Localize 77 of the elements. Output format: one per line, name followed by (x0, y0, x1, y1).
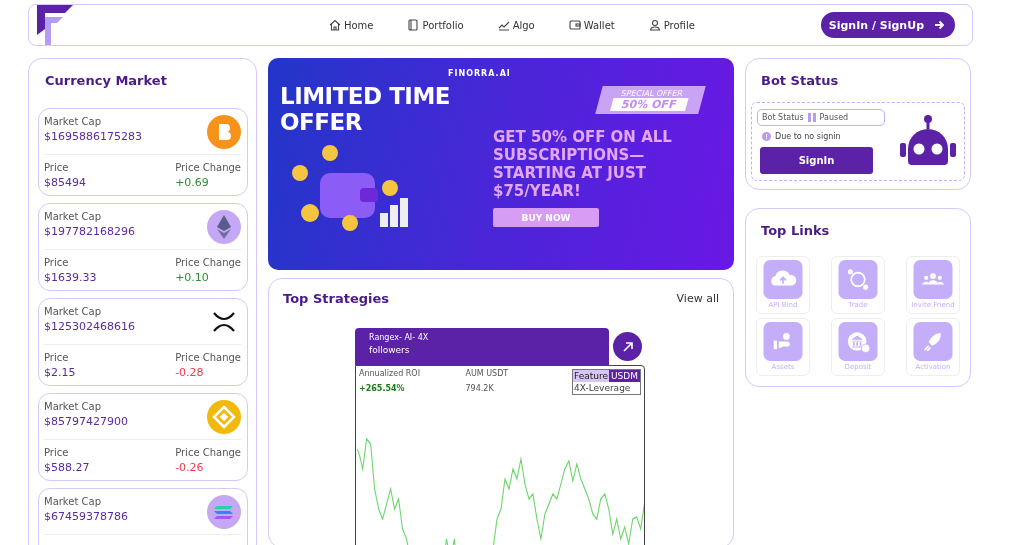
panel-title: Top Links (760, 223, 831, 238)
aum-label: AUM USDT (465, 369, 510, 378)
panel-title: Currency Market (44, 73, 168, 88)
market-cap-label: Market Cap (44, 115, 102, 129)
market-cap-value: $1695886175283 (44, 129, 142, 145)
aum-value: 794.2K (465, 384, 495, 393)
signin-signup-button[interactable]: SignIn / SignUp (820, 12, 955, 38)
bot-status-label: Bot Status (762, 113, 804, 122)
market-cap-value: $67459378786 (44, 509, 128, 525)
profile-icon (648, 19, 661, 31)
signin-button[interactable]: SignIn (760, 147, 873, 174)
status-note: Due to no signin (775, 132, 841, 141)
coin-icon (207, 210, 241, 244)
coin-icon (207, 400, 241, 434)
banner-headline: LIMITED TIME OFFER (280, 83, 451, 135)
nav-link[interactable]: Wallet (568, 19, 615, 31)
arrow-right-icon (934, 20, 945, 30)
price-label: Price (44, 256, 70, 270)
view-all-link[interactable]: View all (676, 292, 719, 305)
market-cap-label: Market Cap (44, 305, 102, 319)
price-change-value: -0.26 (175, 460, 205, 476)
nav-link[interactable]: Home (328, 19, 374, 31)
strategy-name: Rangex- AI- 4X (369, 333, 430, 342)
pause-icon (807, 113, 816, 122)
panel-title: Bot Status (760, 73, 840, 88)
feature-tag: Feature (572, 370, 609, 382)
price-label: Price (44, 446, 70, 460)
strategy-followers: followers (369, 345, 411, 355)
coin-card[interactable]: Market Cap $197782168296 Price $1639.33 Price Change +0.10 (38, 203, 248, 291)
open-strategy-button[interactable] (613, 332, 642, 361)
promo-banner[interactable]: FINORRA.AI LIMITED TIME OFFER SPECIAL OFFER 50% OFF GET 50% OFF ON ALL SUBSCRIPTIONS—STARTING AT JUST $75/YEAR! BUY NOW (268, 58, 734, 270)
info-icon (762, 132, 771, 141)
home-icon (328, 19, 341, 31)
price-value: $85494 (44, 175, 86, 191)
coin-icon (207, 495, 241, 529)
panel-title: Top Strategies (283, 291, 389, 306)
roi-label: Annualized ROI (359, 369, 421, 378)
nav-link[interactable]: Algo (497, 19, 535, 31)
price-label: Price (44, 351, 70, 365)
market-cap-label: Market Cap (44, 495, 102, 509)
portfolio-icon (407, 19, 420, 31)
nav-link[interactable]: Profile (648, 19, 695, 31)
strategy-card[interactable]: Annualized ROI +265.54% AUM USDT 794.2K Feature USDM 4X-Leverage (355, 365, 645, 545)
roi-value: +265.54% (359, 384, 406, 393)
banner-brand: FINORRA.AI (448, 68, 511, 79)
coin-card[interactable]: Market Cap $67459378786 (38, 488, 248, 545)
ribbon-text: SPECIAL OFFER (620, 89, 685, 98)
nav-link[interactable]: Portfolio (407, 19, 464, 31)
market-cap-label: Market Cap (44, 400, 102, 414)
coin-icon (207, 115, 241, 149)
market-cap-label: Market Cap (44, 210, 102, 224)
bot-status-value: Paused (819, 113, 849, 122)
price-label: Price (44, 161, 70, 175)
algo-icon (497, 19, 510, 31)
price-change-label: Price Change (175, 256, 241, 270)
price-value: $2.15 (44, 365, 76, 381)
logo-icon[interactable] (37, 5, 73, 45)
price-change-value: +0.69 (175, 175, 210, 191)
leverage-tag: 4X-Leverage (572, 382, 640, 394)
price-change-value: +0.10 (175, 270, 210, 286)
price-value: $588.27 (44, 460, 90, 476)
offer-text: GET 50% OFF ON ALL SUBSCRIPTIONS—STARTING AT JUST $75/YEAR! (493, 128, 673, 200)
price-change-label: Price Change (175, 161, 241, 175)
price-change-value: -0.28 (175, 365, 205, 381)
coin-card[interactable]: Market Cap $1695886175283 Price $85494 Price Change +0.69 (38, 108, 248, 196)
market-tag: USDM (609, 370, 640, 382)
coin-card[interactable]: Market Cap $125302468616 Price $2.15 Price Change -0.28 (38, 298, 248, 386)
arrow-up-right-icon (621, 340, 634, 353)
price-change-label: Price Change (175, 351, 241, 365)
wallet-icon (568, 19, 581, 31)
market-cap-value: $197782168296 (44, 224, 135, 240)
price-value: $1639.33 (44, 270, 97, 286)
market-cap-value: $125302468616 (44, 319, 135, 335)
coin-card[interactable]: Market Cap $85797427900 Price $588.27 Price Change -0.26 (38, 393, 248, 481)
price-change-label: Price Change (175, 446, 241, 460)
market-cap-value: $85797427900 (44, 414, 128, 430)
ribbon-discount: 50% OFF (610, 98, 689, 111)
